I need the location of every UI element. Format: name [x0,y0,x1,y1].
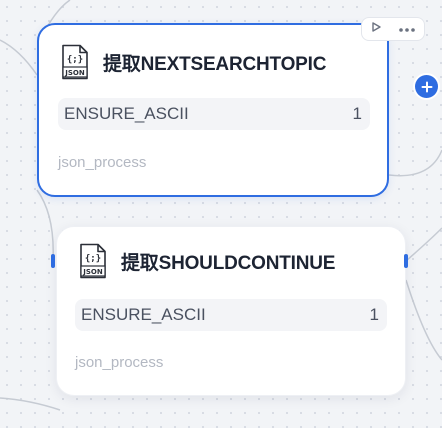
edge-line [405,227,442,262]
node-header: {;} JSON 提取SHOULDCONTINUE [79,243,335,279]
param-row-ensure-ascii[interactable]: ENSURE_ASCII 1 [75,299,387,331]
node-title: 提取NEXTSEARCHTOPIC [103,53,327,75]
param-name: ENSURE_ASCII [64,104,189,123]
param-value: 1 [352,104,362,123]
add-node-button[interactable] [415,75,438,98]
json-file-icon: {;} JSON [61,44,89,80]
svg-text:{;}: {;} [67,55,83,65]
edge-line [405,279,442,361]
node-type-label: json_process [75,354,164,371]
node-title: 提取SHOULDCONTINUE [121,252,336,274]
play-icon[interactable] [370,20,382,38]
workflow-node-extract-nextsearchtopic[interactable]: {;} JSON 提取NEXTSEARCHTOPIC ENSURE_ASCII … [37,17,438,197]
edge-line [388,149,442,177]
param-value: 1 [369,305,379,324]
node-toolbar [361,17,425,41]
workflow-node-extract-shouldcontinue[interactable]: {;} JSON 提取SHOULDCONTINUE ENSURE_ASCII 1… [56,226,406,396]
edge-line [0,397,61,411]
json-icon-label: JSON [82,268,103,276]
input-handle[interactable] [51,254,55,268]
node-header: {;} JSON 提取NEXTSEARCHTOPIC [61,44,326,80]
json-file-icon: {;} JSON [79,243,107,279]
plus-icon [421,81,432,92]
param-name: ENSURE_ASCII [81,305,206,324]
json-icon-label: JSON [64,69,85,77]
node-type-label: json_process [58,154,147,171]
param-row-ensure-ascii[interactable]: ENSURE_ASCII 1 [58,98,370,130]
more-icon[interactable] [398,20,416,38]
svg-text:{;}: {;} [85,254,101,264]
edge-line [36,189,54,261]
output-handle[interactable] [404,254,408,268]
edge-line [0,39,38,76]
